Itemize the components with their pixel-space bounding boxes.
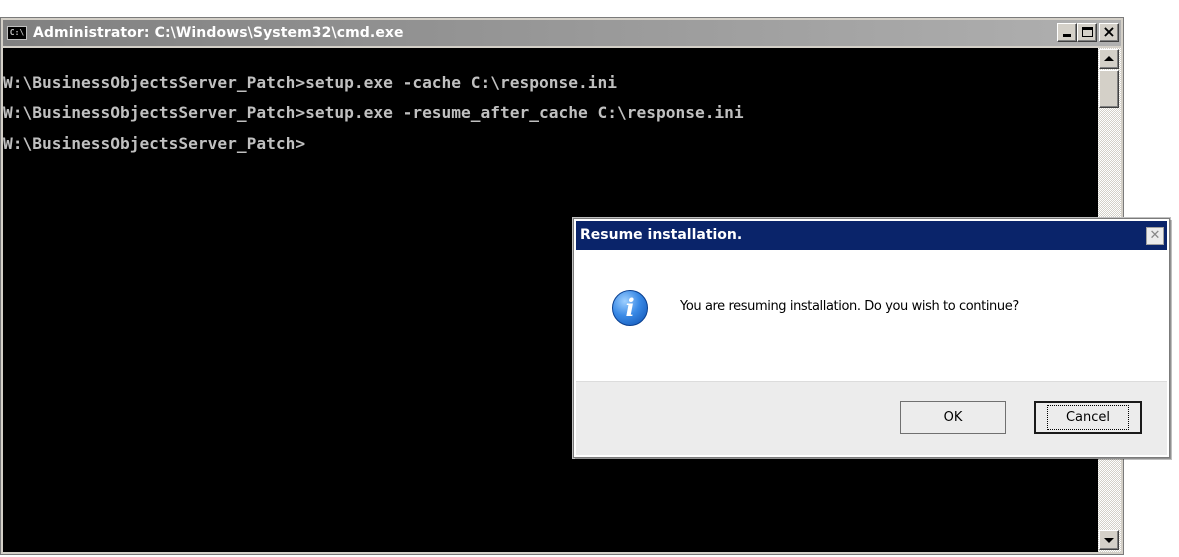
cmd-window-title: Administrator: C:\Windows\System32\cmd.e… (33, 25, 404, 41)
dialog-title: Resume installation. (580, 227, 743, 243)
console-line: W:\BusinessObjectsServer_Patch>setup.exe… (3, 103, 744, 122)
dialog-titlebar[interactable]: Resume installation. ✕ (576, 221, 1167, 250)
scroll-up-icon (1104, 56, 1114, 61)
maximize-button[interactable] (1077, 23, 1097, 42)
scroll-down-icon (1104, 538, 1114, 543)
dialog-message: You are resuming installation. Do you wi… (680, 299, 1019, 314)
cancel-button-label: Cancel (1046, 405, 1130, 430)
caption-buttons: × (1057, 22, 1119, 42)
minimize-button[interactable] (1057, 23, 1077, 42)
dialog-close-button[interactable]: ✕ (1146, 227, 1164, 245)
dialog-close-icon: ✕ (1149, 228, 1161, 243)
minimize-icon (1063, 34, 1071, 37)
info-icon: i (612, 290, 648, 326)
dialog-body: i You are resuming installation. Do you … (576, 250, 1167, 381)
dialog-button-bar: OK Cancel (576, 381, 1167, 455)
scrollbar-thumb[interactable] (1099, 70, 1119, 108)
close-icon: × (1102, 22, 1116, 41)
cancel-button[interactable]: Cancel (1034, 401, 1142, 434)
scroll-down-button[interactable] (1099, 530, 1119, 550)
console-line: W:\BusinessObjectsServer_Patch> (3, 134, 306, 153)
close-button[interactable]: × (1099, 22, 1119, 42)
scroll-up-button[interactable] (1099, 49, 1119, 69)
cmd-app-icon[interactable]: C:\ (7, 26, 27, 40)
resume-installation-dialog: Resume installation. ✕ i You are resumin… (573, 218, 1170, 458)
cmd-titlebar[interactable]: C:\ Administrator: C:\Windows\System32\c… (3, 20, 1121, 46)
ok-button[interactable]: OK (900, 401, 1006, 434)
console-line: W:\BusinessObjectsServer_Patch>setup.exe… (3, 73, 617, 92)
ok-button-label: OK (943, 410, 963, 425)
maximize-icon (1082, 27, 1093, 37)
